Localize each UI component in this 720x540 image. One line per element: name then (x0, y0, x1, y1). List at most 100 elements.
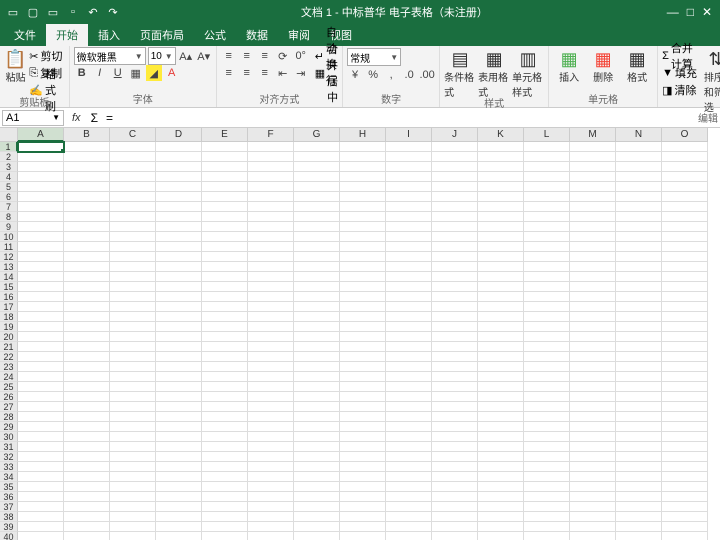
col-header[interactable]: E (202, 128, 248, 142)
cell[interactable] (202, 352, 248, 362)
cell[interactable] (478, 212, 524, 222)
cell[interactable] (432, 492, 478, 502)
cell[interactable] (340, 142, 386, 152)
cell[interactable] (156, 392, 202, 402)
cell[interactable] (18, 432, 64, 442)
cell[interactable] (570, 152, 616, 162)
cell[interactable] (340, 172, 386, 182)
col-header[interactable]: O (662, 128, 708, 142)
cell[interactable] (386, 502, 432, 512)
cell[interactable] (662, 412, 708, 422)
cell[interactable] (110, 442, 156, 452)
cell[interactable] (616, 282, 662, 292)
cell[interactable] (432, 532, 478, 540)
cell[interactable] (386, 442, 432, 452)
cell[interactable] (662, 502, 708, 512)
cell[interactable] (432, 432, 478, 442)
cell[interactable] (202, 172, 248, 182)
cell[interactable] (570, 472, 616, 482)
cell[interactable] (340, 202, 386, 212)
cell[interactable] (386, 182, 432, 192)
cell[interactable] (294, 422, 340, 432)
cell[interactable] (570, 392, 616, 402)
cell[interactable] (110, 332, 156, 342)
cell[interactable] (64, 442, 110, 452)
decrease-font-icon[interactable]: A▾ (196, 48, 212, 64)
row-header[interactable]: 40 (0, 532, 18, 540)
cell[interactable] (432, 522, 478, 532)
cell[interactable] (110, 212, 156, 222)
cell[interactable] (18, 252, 64, 262)
cell[interactable] (340, 382, 386, 392)
cell[interactable] (478, 492, 524, 502)
cell[interactable] (64, 212, 110, 222)
cell[interactable] (64, 492, 110, 502)
cell[interactable] (616, 512, 662, 522)
row-header[interactable]: 21 (0, 342, 18, 352)
cell[interactable] (294, 382, 340, 392)
cell[interactable] (248, 302, 294, 312)
cell[interactable] (616, 472, 662, 482)
cell[interactable] (202, 382, 248, 392)
cell[interactable] (524, 422, 570, 432)
cell[interactable] (156, 352, 202, 362)
cell[interactable] (662, 522, 708, 532)
cell[interactable] (524, 202, 570, 212)
cell[interactable] (616, 192, 662, 202)
cell[interactable] (616, 492, 662, 502)
col-header[interactable]: F (248, 128, 294, 142)
cell[interactable] (524, 282, 570, 292)
cell[interactable] (18, 482, 64, 492)
cell[interactable] (110, 532, 156, 540)
cell[interactable] (386, 162, 432, 172)
cell[interactable] (202, 142, 248, 152)
cell[interactable] (156, 262, 202, 272)
cell[interactable] (570, 272, 616, 282)
cell[interactable] (202, 152, 248, 162)
cell[interactable] (248, 282, 294, 292)
cell[interactable] (386, 222, 432, 232)
cell[interactable] (616, 262, 662, 272)
cell[interactable] (524, 402, 570, 412)
cell[interactable] (110, 312, 156, 322)
cell[interactable] (294, 332, 340, 342)
cell[interactable] (524, 432, 570, 442)
cell[interactable] (110, 282, 156, 292)
col-header[interactable]: L (524, 128, 570, 142)
cell[interactable] (18, 392, 64, 402)
row-header[interactable]: 5 (0, 182, 18, 192)
row-header[interactable]: 16 (0, 292, 18, 302)
cell[interactable] (156, 372, 202, 382)
cell[interactable] (478, 142, 524, 152)
cell[interactable] (156, 422, 202, 432)
cell[interactable] (294, 522, 340, 532)
cell[interactable] (18, 322, 64, 332)
cell[interactable] (248, 242, 294, 252)
cell[interactable] (662, 262, 708, 272)
cell[interactable] (340, 282, 386, 292)
cell[interactable] (248, 252, 294, 262)
cell[interactable] (110, 482, 156, 492)
cell[interactable] (202, 472, 248, 482)
cell[interactable] (386, 482, 432, 492)
cell[interactable] (18, 172, 64, 182)
cell[interactable] (662, 152, 708, 162)
col-header[interactable]: C (110, 128, 156, 142)
cell[interactable] (18, 492, 64, 502)
cell[interactable] (156, 492, 202, 502)
row-header[interactable]: 10 (0, 232, 18, 242)
cell[interactable] (616, 462, 662, 472)
cell[interactable] (294, 192, 340, 202)
cell[interactable] (64, 332, 110, 342)
cell[interactable] (616, 232, 662, 242)
cell[interactable] (524, 212, 570, 222)
cell[interactable] (202, 502, 248, 512)
cell[interactable] (248, 202, 294, 212)
cell[interactable] (386, 432, 432, 442)
cell[interactable] (616, 292, 662, 302)
tab-data[interactable]: 数据 (236, 24, 278, 46)
cell[interactable] (340, 362, 386, 372)
cell[interactable] (294, 302, 340, 312)
cell[interactable] (478, 232, 524, 242)
maximize-button[interactable]: □ (687, 5, 694, 19)
